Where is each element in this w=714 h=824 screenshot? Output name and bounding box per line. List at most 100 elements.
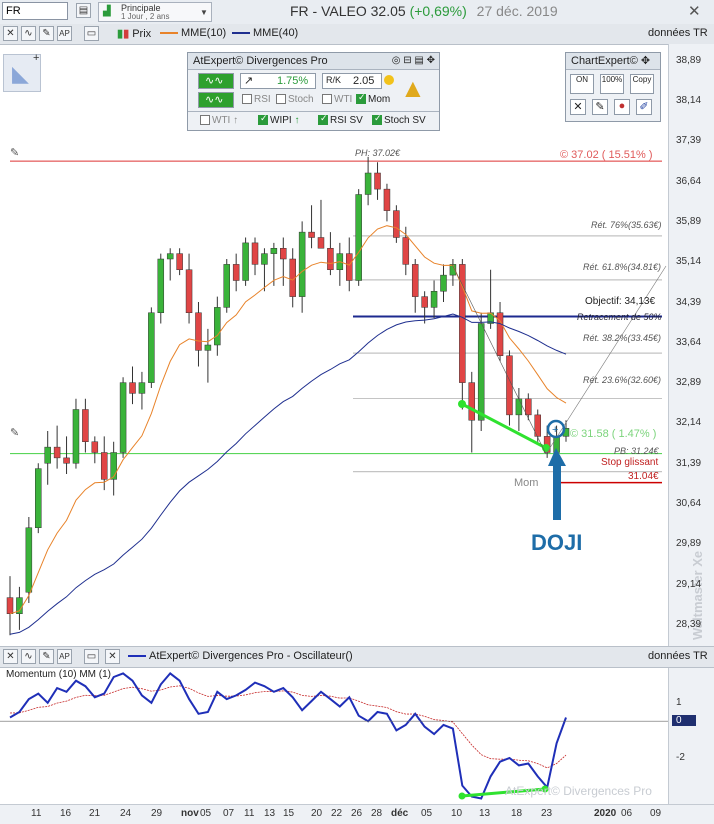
window-icon[interactable]: ▭ xyxy=(84,26,99,41)
zoom-100-label: 100% xyxy=(601,75,623,84)
stoch-checkbox[interactable]: Stoch xyxy=(276,94,314,105)
stochsv-checkbox[interactable]: Stoch SV xyxy=(372,113,426,126)
candle-body xyxy=(223,264,230,308)
candle-body xyxy=(166,253,174,260)
osc-legend[interactable]: AtExpert© Divergences Pro - Oscillateur(… xyxy=(128,650,353,662)
osc-ap-icon[interactable]: AP xyxy=(57,649,72,664)
retracement-label: Retracement de 50% xyxy=(577,312,662,322)
candle-body xyxy=(251,242,259,265)
ap-icon[interactable]: AP xyxy=(57,26,72,41)
osc-watermark: AtExpert© Divergences Pro xyxy=(505,784,652,798)
expert-widget[interactable]: ◣ + xyxy=(3,52,41,92)
osc-drawing-icon[interactable]: ✎ xyxy=(39,649,54,664)
on-button[interactable]: ON xyxy=(570,74,594,94)
legend-prix[interactable]: ▮▮ Prix xyxy=(117,27,151,40)
y-tick-label: 34,39 xyxy=(676,296,702,308)
osc-wrench-icon[interactable]: ✕ xyxy=(3,649,18,664)
wrench-icon[interactable]: ✕ xyxy=(3,26,18,41)
ret76-label: Rét. 76%(35.63€) xyxy=(591,220,662,230)
palette-icon[interactable]: ● xyxy=(614,99,630,115)
candle-body xyxy=(374,172,381,190)
candle-body xyxy=(72,409,80,464)
legend-mme10[interactable]: MME(10) xyxy=(160,27,226,39)
rsi-checkbox[interactable]: RSI xyxy=(242,94,271,105)
x-tick-label: 22 xyxy=(331,808,343,819)
value-text: 2.05 xyxy=(353,75,375,87)
title-change: (+0,69%) xyxy=(409,3,467,19)
copy-button[interactable]: Copy xyxy=(630,74,654,94)
arrow-up-icon: ↑ xyxy=(233,115,239,126)
alert-icon-bottom[interactable]: ✎ xyxy=(10,426,19,439)
atexpert-title: AtExpert© Divergences Pro ◎ ⊟ ▤ ✥ xyxy=(188,53,439,70)
candle-body xyxy=(91,441,99,453)
mom-cb-label: Mom xyxy=(368,94,391,105)
alert-icon-top[interactable]: ✎ xyxy=(10,146,19,159)
period-select[interactable]: ▟ Principale 1 Jour , 2 ans ▼ xyxy=(98,2,212,22)
candle-body xyxy=(176,253,183,270)
wipi-checkbox[interactable]: WIPI ↑ xyxy=(258,113,299,126)
wti-up-check xyxy=(200,115,210,126)
indicator-icon[interactable]: ∿ xyxy=(21,26,36,41)
book-icon[interactable]: ▤ xyxy=(76,3,91,18)
stop-value: 31.04€ xyxy=(628,471,659,482)
mom-checkbox[interactable]: Mom xyxy=(356,92,391,105)
candle-body xyxy=(44,446,51,464)
stop-label: Stop glissant xyxy=(601,457,659,468)
chart-toolbar: ✕ ∿ ✎ AP ▭ ▮▮ Prix MME(10) MME(40) donné… xyxy=(0,24,714,45)
y-tick-label: 29,14 xyxy=(676,578,702,590)
osc-ma-line xyxy=(9,685,567,769)
x-tick-label: 07 xyxy=(223,808,235,819)
wti-up-label: WTI xyxy=(212,115,231,126)
wti-checkbox[interactable]: WTI xyxy=(322,94,352,105)
doji-arrow-icon xyxy=(548,448,566,520)
candle-body xyxy=(402,237,410,265)
on-label: ON xyxy=(576,75,588,84)
y-tick-label: 32,14 xyxy=(676,417,702,429)
bell-icon[interactable]: ▲ xyxy=(400,73,426,104)
wrench-tool-icon[interactable]: ✕ xyxy=(570,99,586,115)
candle-body xyxy=(100,452,108,480)
y-tick-label: 30,64 xyxy=(676,498,702,510)
y-tick-label: 37,39 xyxy=(676,135,702,147)
move-icon[interactable]: ✥ xyxy=(641,55,650,67)
legend-mme40[interactable]: MME(40) xyxy=(232,27,298,39)
symbol-input[interactable] xyxy=(2,2,68,20)
osc-swatch xyxy=(128,655,146,658)
y-tick-label: 28,39 xyxy=(676,619,702,631)
x-tick-label: 16 xyxy=(60,808,72,819)
page-title: FR - VALEO 32.05 (+0,69%) 27 déc. 2019 xyxy=(290,3,558,19)
osc-indicator-icon[interactable]: ∿ xyxy=(21,649,36,664)
ph-label: PH: 37.02€ xyxy=(355,148,401,158)
status-dot-icon xyxy=(384,75,394,85)
x-tick-label: 18 xyxy=(511,808,523,819)
signal-buy-button[interactable]: ∿∿ xyxy=(198,73,234,89)
drawing-icon[interactable]: ✎ xyxy=(39,26,54,41)
panel-controls-icon[interactable]: ◎ ⊟ ▤ ✥ xyxy=(392,53,435,69)
candle-body xyxy=(138,382,146,394)
rsisv-check xyxy=(318,113,328,126)
wipi-label: WIPI xyxy=(270,115,292,126)
wti-check xyxy=(322,94,332,105)
candle-body xyxy=(232,264,240,281)
signal-buy2-button[interactable]: ∿∿ xyxy=(198,92,234,108)
candle-body xyxy=(270,248,278,254)
x-tick-label: déc xyxy=(391,808,409,819)
candle-body xyxy=(280,248,287,260)
edit-icon[interactable]: ✐ xyxy=(636,99,652,115)
osc-close-icon[interactable]: ✕ xyxy=(105,649,120,664)
zoom-100-button[interactable]: 100% xyxy=(600,74,624,94)
x-tick-label: 20 xyxy=(311,808,323,819)
x-tick-label: 05 xyxy=(421,808,433,819)
objectif-label: Objectif: 34,13€ xyxy=(585,296,656,307)
rsisv-checkbox[interactable]: RSI SV xyxy=(318,113,363,126)
x-tick-label: 13 xyxy=(479,808,491,819)
x-tick-label: 05 xyxy=(200,808,212,819)
osc-window-icon[interactable]: ▭ xyxy=(84,649,99,664)
pencil-tool-icon[interactable]: ✎ xyxy=(592,99,608,115)
plus-icon: + xyxy=(33,52,40,64)
chart-period-icon: ▟ xyxy=(103,6,111,17)
tools-icon[interactable]: ✕ xyxy=(688,2,701,20)
candle-body xyxy=(6,597,14,614)
wti-up-checkbox[interactable]: WTI ↑ xyxy=(200,115,238,126)
candle-body xyxy=(261,253,268,265)
